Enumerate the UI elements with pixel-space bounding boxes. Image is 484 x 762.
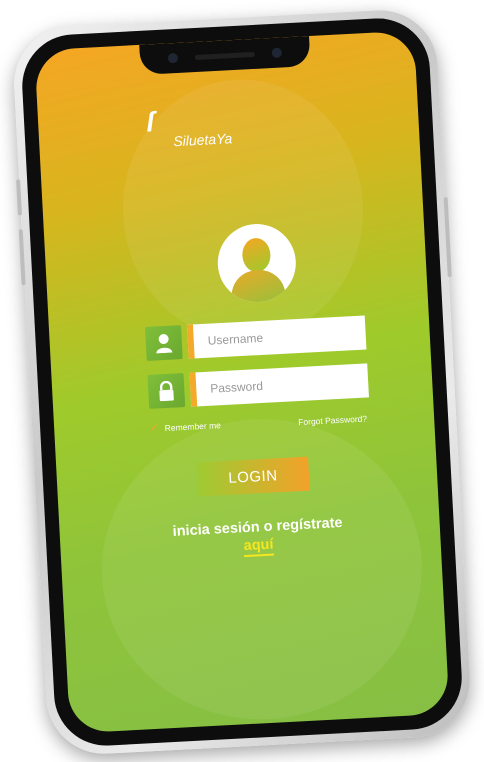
sensor-icon bbox=[271, 47, 283, 58]
speaker-grille bbox=[194, 51, 256, 61]
avatar-head-icon bbox=[241, 237, 272, 273]
username-field bbox=[144, 315, 370, 361]
forgot-password-link[interactable]: Forgot Password? bbox=[298, 414, 367, 428]
password-input[interactable] bbox=[189, 363, 369, 407]
logo-text: SiluetaYa bbox=[172, 130, 233, 150]
password-field bbox=[147, 363, 373, 409]
phone-mockup: ſ SiluetaYa Username ✓ Remember me Forgo… bbox=[11, 7, 473, 757]
checkmark-icon: ✓ bbox=[150, 422, 159, 434]
camera-icon bbox=[167, 52, 179, 64]
user-icon bbox=[144, 325, 183, 361]
signup-link[interactable]: aquí bbox=[243, 536, 275, 558]
background-photo bbox=[116, 73, 370, 346]
logo-figure-icon: ſ bbox=[145, 106, 155, 138]
avatar-body-icon bbox=[230, 268, 287, 305]
lock-icon bbox=[147, 373, 186, 409]
app-logo: ſ SiluetaYa bbox=[145, 106, 232, 149]
app-screen: ſ SiluetaYa Username ✓ Remember me Forgo… bbox=[34, 30, 450, 734]
login-button[interactable]: LOGIN bbox=[196, 456, 310, 497]
